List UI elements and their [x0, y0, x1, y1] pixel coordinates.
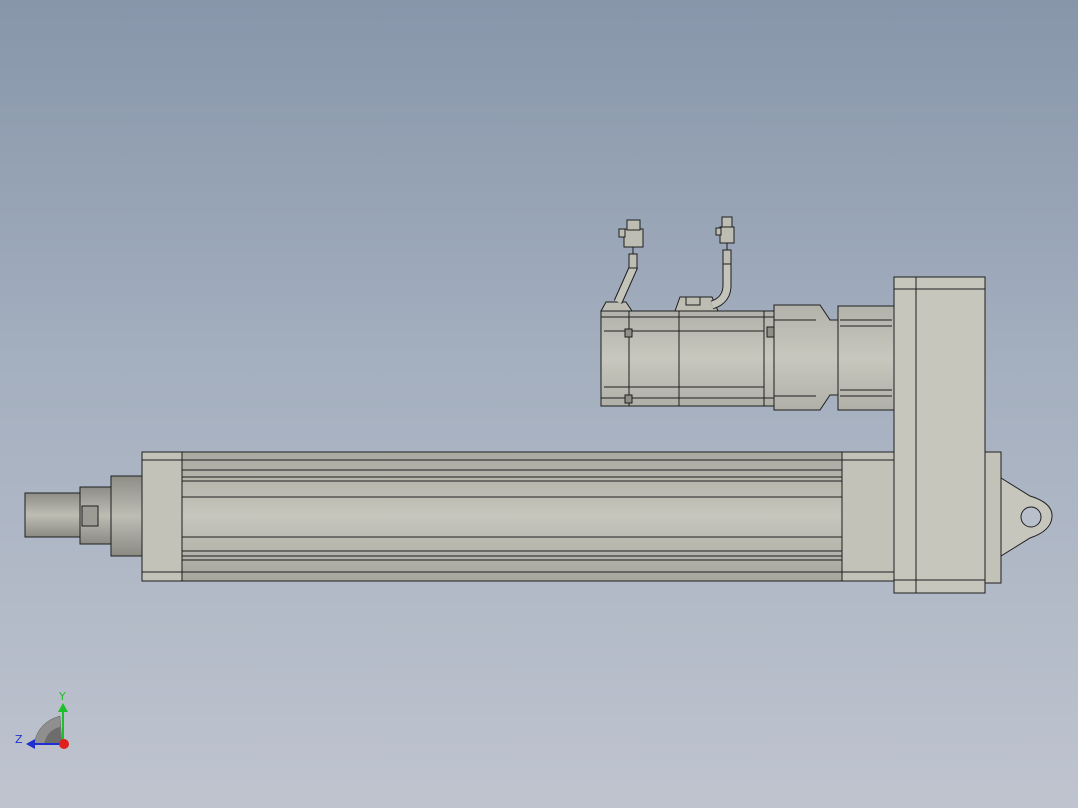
encoder-cable[interactable]	[613, 219, 644, 304]
graphics-viewport[interactable]: Y Z	[0, 0, 1078, 808]
triad-z-label: Z	[15, 733, 23, 746]
triad-y-arrow	[58, 703, 68, 712]
motor-adapter[interactable]	[773, 304, 895, 411]
belt-housing[interactable]	[893, 276, 986, 594]
view-orientation-triad: Y Z	[15, 690, 69, 749]
triad-x-axis-dot	[59, 739, 69, 749]
rear-clevis[interactable]	[983, 451, 1053, 584]
triad-y-label: Y	[58, 690, 66, 703]
actuator-assembly[interactable]	[24, 216, 1053, 594]
cad-model-view[interactable]: Y Z	[0, 0, 1078, 808]
triad-z-arrow	[26, 739, 35, 749]
rod-end[interactable]	[24, 475, 144, 557]
servo-motor[interactable]	[600, 296, 775, 407]
actuator-tube[interactable]	[141, 451, 895, 582]
power-cable[interactable]	[710, 216, 735, 310]
